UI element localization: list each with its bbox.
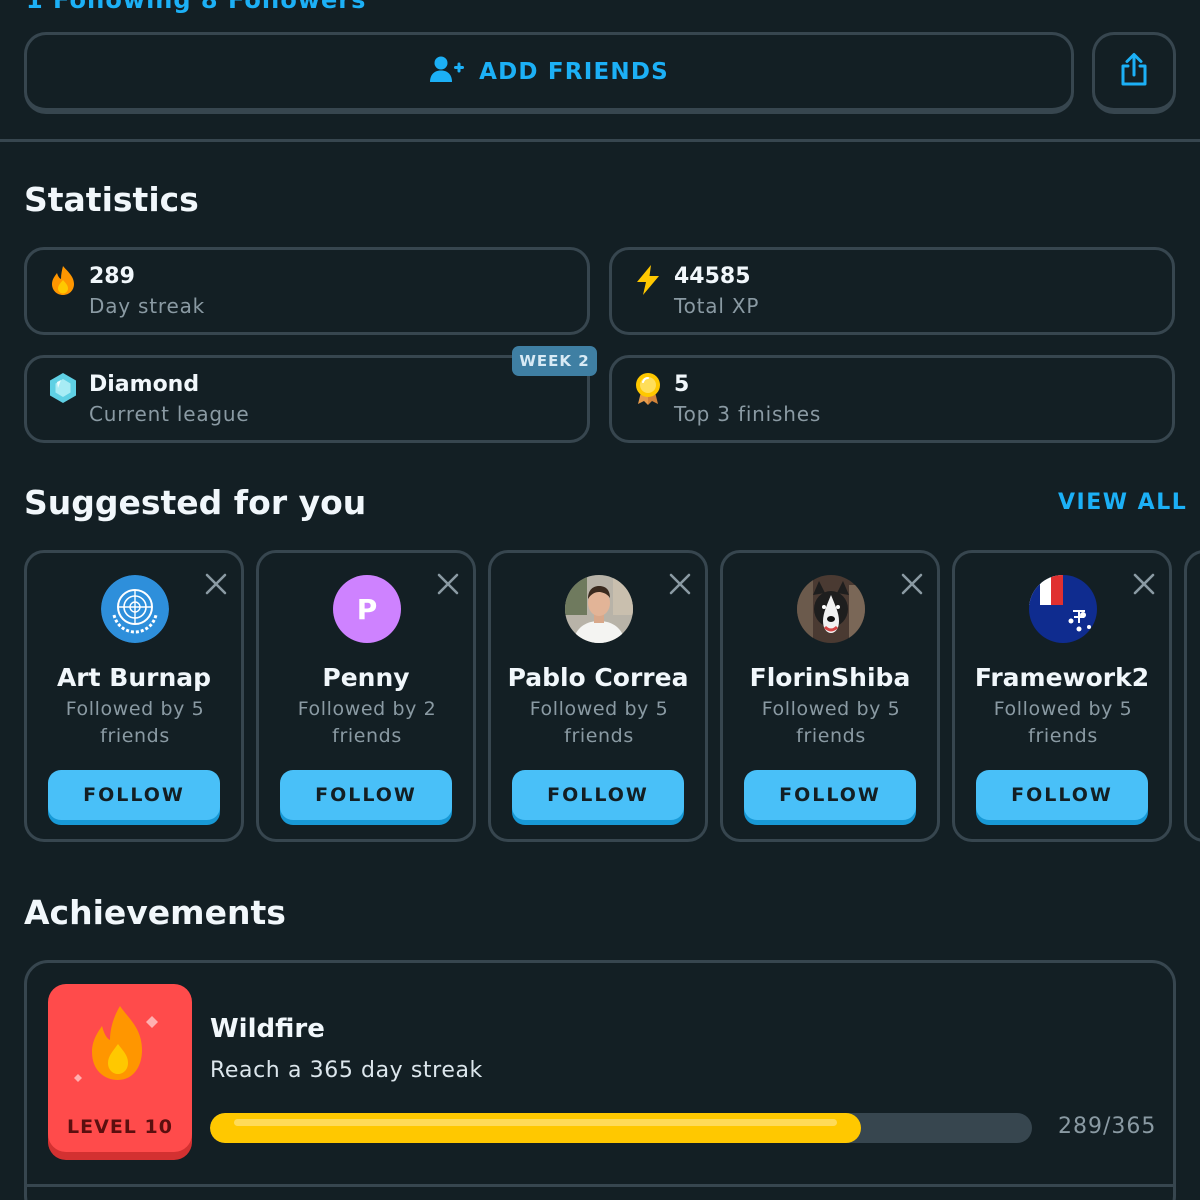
close-icon[interactable] [435, 571, 461, 597]
stat-card-top3: 5 Top 3 finishes [609, 355, 1175, 443]
suggestion-name: Art Burnap [56, 663, 212, 692]
suggestion-name: Penny [322, 663, 410, 692]
avatar-initial: P [356, 592, 378, 626]
suggestion-card-peek[interactable] [1184, 550, 1200, 842]
top3-label: Top 3 finishes [674, 402, 822, 426]
suggestion-card: Framework2 Followed by 5 friends FOLLOW [952, 550, 1172, 842]
suggestion-subtitle: Followed by 2 friends [297, 698, 437, 747]
follow-button[interactable]: FOLLOW [48, 770, 220, 820]
league-value: Diamond [89, 372, 200, 397]
statistics-title: Statistics [24, 180, 199, 219]
follow-button[interactable]: FOLLOW [976, 770, 1148, 820]
suggestion-name: FlorinShiba [749, 663, 911, 692]
add-friends-button[interactable]: ADD FRIENDS [24, 32, 1074, 114]
achievement-title: Wildfire [210, 1014, 325, 1044]
follow-button[interactable]: FOLLOW [744, 770, 916, 820]
add-friends-label: ADD FRIENDS [479, 58, 669, 85]
follow-button[interactable]: FOLLOW [512, 770, 684, 820]
close-icon[interactable] [1131, 571, 1157, 597]
medal-icon [632, 372, 664, 405]
xp-label: Total XP [674, 294, 760, 318]
suggestion-subtitle: Followed by 5 friends [65, 698, 205, 747]
suggestion-name: Pablo Correa [507, 663, 689, 692]
league-label: Current league [89, 402, 250, 426]
streak-value: 289 [89, 264, 135, 289]
suggestion-subtitle: Followed by 5 friends [529, 698, 669, 747]
suggestion-card: P Penny Followed by 2 friends FOLLOW [256, 550, 476, 842]
achievement-progress-text: 289/365 [1058, 1114, 1157, 1139]
share-icon [1118, 52, 1150, 92]
achievement-progress-bar [210, 1113, 1032, 1143]
flag-avatar[interactable] [1029, 575, 1097, 643]
un-emblem-avatar[interactable] [101, 575, 169, 643]
suggested-title: Suggested for you [24, 483, 367, 522]
photo-avatar[interactable] [565, 575, 633, 643]
streak-label: Day streak [89, 294, 206, 318]
close-icon[interactable] [899, 571, 925, 597]
follow-counts[interactable]: 1 Following 8 Followers [26, 0, 366, 14]
section-divider [0, 139, 1200, 142]
follow-button[interactable]: FOLLOW [280, 770, 452, 820]
suggestion-subtitle: Followed by 5 friends [761, 698, 901, 747]
flame-icon [70, 1000, 180, 1104]
close-icon[interactable] [203, 571, 229, 597]
stat-card-league: Diamond Current league [24, 355, 590, 443]
close-icon[interactable] [667, 571, 693, 597]
suggestion-name: Framework2 [974, 663, 1150, 692]
achievements-title: Achievements [24, 893, 286, 932]
profile-screen: 1 Following 8 Followers ADD FRIENDS Stat… [0, 0, 1200, 1200]
achievement-divider [27, 1184, 1173, 1187]
share-button[interactable] [1092, 32, 1176, 114]
letter-avatar[interactable]: P [333, 575, 401, 643]
dog-photo-avatar[interactable] [797, 575, 865, 643]
suggestion-card: FlorinShiba Followed by 5 friends FOLLOW [720, 550, 940, 842]
suggestion-card: Pablo Correa Followed by 5 friends FOLLO… [488, 550, 708, 842]
add-person-icon [429, 55, 465, 89]
achievement-card[interactable] [24, 960, 1176, 1200]
top3-value: 5 [674, 372, 690, 397]
suggestion-card: Art Burnap Followed by 5 friends FOLLOW [24, 550, 244, 842]
stat-card-xp: 44585 Total XP [609, 247, 1175, 335]
achievement-level: LEVEL 10 [67, 1116, 173, 1138]
week-badge: WEEK 2 [512, 346, 597, 376]
achievement-description: Reach a 365 day streak [210, 1058, 483, 1083]
achievement-progress-fill [210, 1113, 861, 1143]
stat-card-streak: 289 Day streak [24, 247, 590, 335]
xp-value: 44585 [674, 264, 751, 289]
flame-icon [47, 264, 79, 296]
lightning-icon [632, 264, 664, 296]
achievement-badge: LEVEL 10 [48, 984, 192, 1152]
suggestion-subtitle: Followed by 5 friends [993, 698, 1133, 747]
view-all-link[interactable]: VIEW ALL [1058, 490, 1187, 515]
diamond-icon [47, 372, 79, 404]
